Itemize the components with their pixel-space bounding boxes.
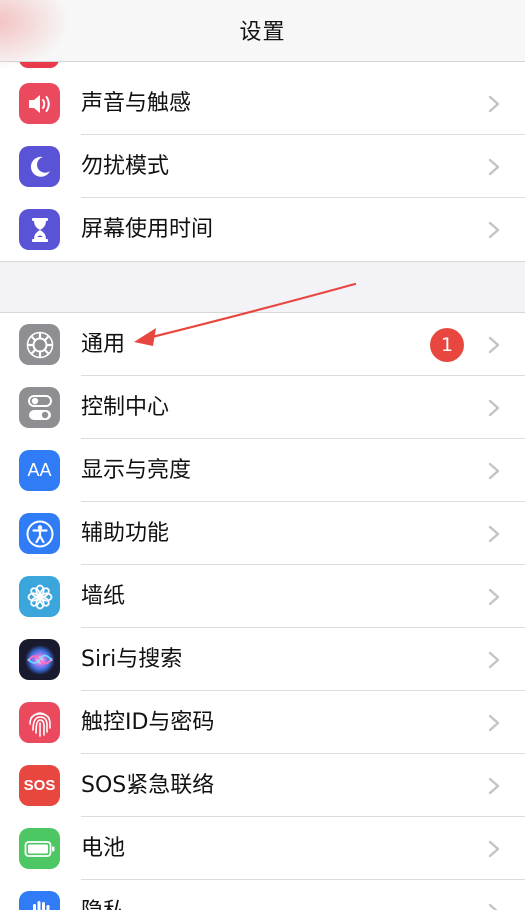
text-size-icon: AA — [19, 450, 60, 491]
settings-row-battery[interactable]: 电池 — [0, 817, 525, 880]
chevron-right-icon — [488, 399, 500, 417]
flower-icon — [19, 576, 60, 617]
settings-row-do-not-disturb[interactable]: 勿扰模式 — [0, 135, 525, 198]
settings-row-general[interactable]: 通用 1 — [0, 313, 525, 376]
row-label: SOS紧急联络 — [81, 773, 215, 798]
battery-icon — [19, 828, 60, 869]
hourglass-icon — [19, 209, 60, 250]
hand-icon — [19, 891, 60, 910]
settings-row-privacy[interactable]: 隐私 — [0, 880, 525, 910]
moon-icon — [19, 146, 60, 187]
settings-screen: 设置 声音与触感 勿扰模式 屏幕使用时间 通用 1 控制中心 AA 显示与亮度 … — [0, 0, 525, 910]
chevron-right-icon — [488, 840, 500, 858]
row-label: Siri与搜索 — [81, 647, 183, 672]
sos-icon: SOS — [19, 765, 60, 806]
chevron-right-icon — [488, 651, 500, 669]
settings-row-sounds[interactable]: 声音与触感 — [0, 72, 525, 135]
chevron-right-icon — [488, 588, 500, 606]
row-label: 隐私 — [81, 898, 125, 910]
settings-row-control-center[interactable]: 控制中心 — [0, 376, 525, 439]
settings-group-sound: 声音与触感 勿扰模式 屏幕使用时间 — [0, 40, 525, 262]
row-label: 触控ID与密码 — [81, 710, 215, 735]
fingerprint-icon — [19, 702, 60, 743]
chevron-right-icon — [488, 221, 500, 239]
toggles-icon — [19, 387, 60, 428]
chevron-right-icon — [488, 714, 500, 732]
settings-row-screen-time[interactable]: 屏幕使用时间 — [0, 198, 525, 261]
settings-group-general: 通用 1 控制中心 AA 显示与亮度 辅助功能 墙纸 Siri与搜索 触控ID与… — [0, 312, 525, 910]
navigation-bar: 设置 — [0, 0, 525, 70]
notification-badge: 1 — [430, 328, 464, 362]
settings-row-touch-id[interactable]: 触控ID与密码 — [0, 691, 525, 754]
siri-icon — [19, 639, 60, 680]
page-title: 设置 — [239, 20, 286, 45]
row-label: 声音与触感 — [81, 91, 192, 116]
accessibility-icon — [19, 513, 60, 554]
row-label: 通用 — [81, 332, 126, 357]
row-label: 显示与亮度 — [81, 458, 192, 483]
row-label: 辅助功能 — [81, 521, 170, 546]
row-label: 墙纸 — [81, 584, 126, 609]
row-label: 屏幕使用时间 — [81, 217, 214, 242]
row-label: 勿扰模式 — [81, 154, 170, 179]
settings-row-display[interactable]: AA 显示与亮度 — [0, 439, 525, 502]
chevron-right-icon — [488, 903, 498, 910]
chevron-right-icon — [488, 525, 500, 543]
gear-icon — [19, 324, 60, 365]
chevron-right-icon — [488, 336, 500, 354]
row-label: 电池 — [81, 836, 126, 861]
settings-row-emergency-sos[interactable]: SOS SOS紧急联络 — [0, 754, 525, 817]
chevron-right-icon — [488, 95, 500, 113]
chevron-right-icon — [488, 462, 500, 480]
row-label: 控制中心 — [81, 395, 170, 420]
settings-row-accessibility[interactable]: 辅助功能 — [0, 502, 525, 565]
chevron-right-icon — [488, 777, 500, 795]
chevron-right-icon — [488, 158, 500, 176]
settings-row-siri[interactable]: Siri与搜索 — [0, 628, 525, 691]
settings-row-wallpaper[interactable]: 墙纸 — [0, 565, 525, 628]
speaker-icon — [19, 83, 60, 124]
